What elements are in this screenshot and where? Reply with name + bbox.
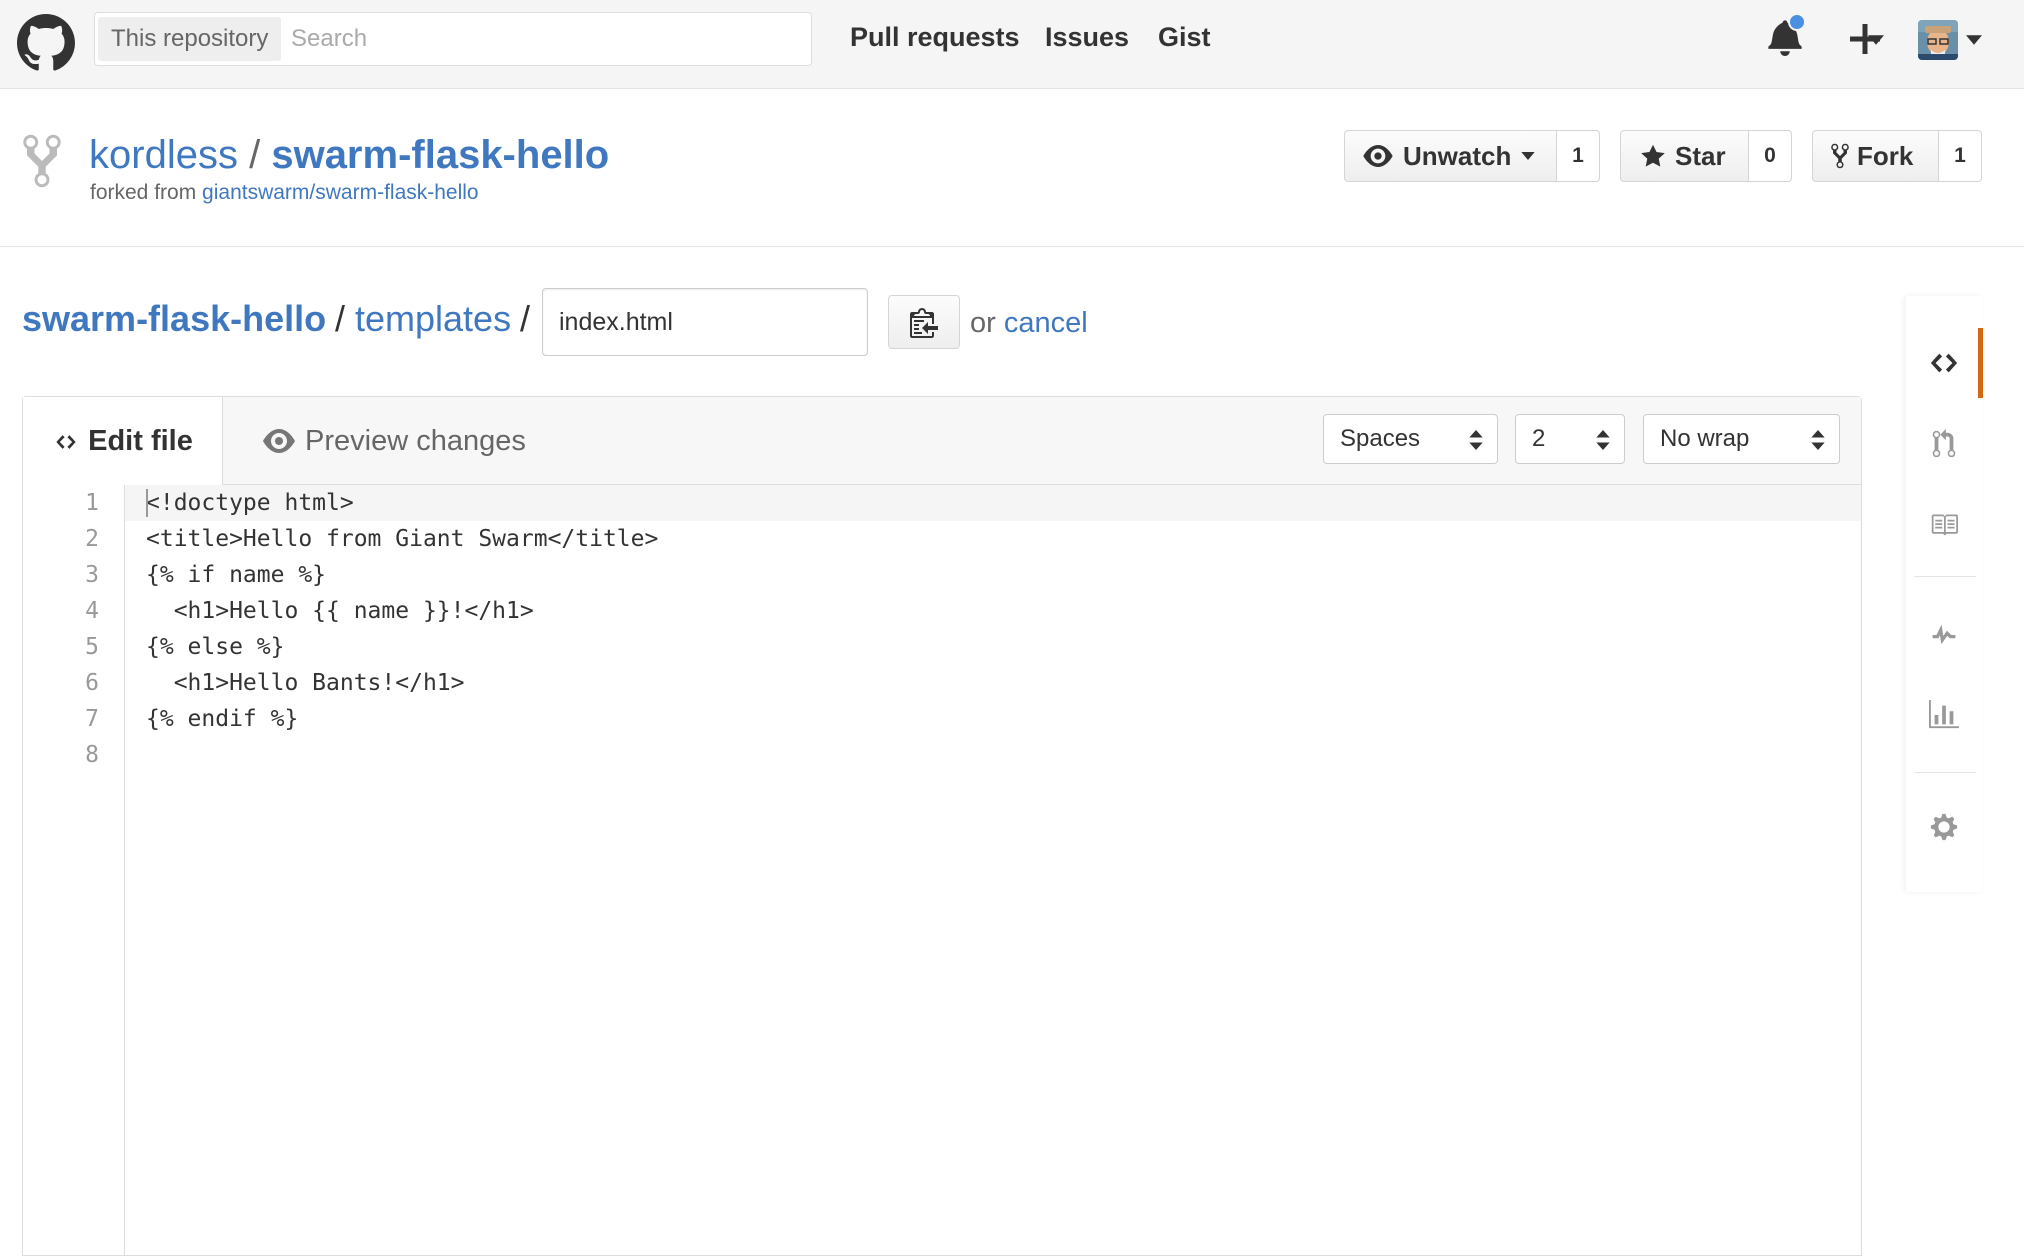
sidebar-item-settings[interactable]	[1906, 794, 1982, 860]
line-number: 2	[85, 526, 99, 552]
repo-title-separator: /	[249, 133, 261, 177]
forked-from-link[interactable]: giantswarm/swarm-flask-hello	[202, 181, 479, 204]
caret-down-icon[interactable]	[1966, 35, 1982, 45]
star-button[interactable]: Star	[1620, 130, 1749, 182]
unwatch-button[interactable]: Unwatch	[1344, 130, 1557, 182]
sidebar-divider	[1914, 772, 1976, 773]
watchers-count[interactable]: 1	[1557, 130, 1600, 182]
breadcrumb-repo-link[interactable]: swarm-flask-hello	[22, 296, 326, 342]
sidebar-item-code[interactable]	[1906, 330, 1982, 396]
sidebar-item-pulse[interactable]	[1906, 602, 1982, 668]
tab-edit-file-label: Edit file	[88, 425, 193, 457]
sidebar-item-pull-requests[interactable]	[1906, 411, 1982, 477]
tab-preview-changes[interactable]: Preview changes	[263, 397, 526, 485]
line-number: 3	[85, 562, 99, 588]
search-scope-label[interactable]: This repository	[98, 17, 282, 61]
wrap-mode-value: No wrap	[1660, 425, 1750, 452]
book-icon	[1931, 514, 1958, 536]
fork-label: Fork	[1857, 140, 1914, 171]
star-button-group: Star 0	[1620, 130, 1792, 182]
watch-button-group: Unwatch 1	[1344, 130, 1600, 182]
search-input[interactable]	[291, 17, 791, 61]
indent-size-value: 2	[1532, 425, 1546, 452]
clippy-icon	[910, 308, 938, 338]
line-number: 7	[85, 706, 99, 732]
wrap-mode-select[interactable]: No wrap	[1643, 414, 1840, 464]
repo-owner-link[interactable]: kordless	[89, 133, 238, 177]
tab-preview-changes-label: Preview changes	[305, 424, 526, 457]
clipboard-button[interactable]	[888, 295, 960, 349]
sidebar-item-graphs[interactable]	[1906, 682, 1982, 748]
gear-icon	[1930, 813, 1958, 841]
repo-forked-icon	[1831, 143, 1849, 169]
github-logo-icon[interactable]	[17, 14, 75, 72]
indent-mode-value: Spaces	[1340, 425, 1421, 452]
graph-icon	[1929, 700, 1959, 729]
forks-count[interactable]: 1	[1939, 130, 1982, 182]
stargazers-count[interactable]: 0	[1749, 130, 1792, 182]
forked-from-label: forked from	[90, 181, 197, 204]
star-label: Star	[1675, 140, 1726, 171]
indent-size-select[interactable]: 2	[1515, 414, 1625, 464]
notification-indicator	[1788, 13, 1806, 31]
line-number: 1	[85, 490, 99, 516]
code-icon	[56, 434, 76, 449]
repo-forked-icon	[23, 134, 61, 188]
sidebar-item-wiki[interactable]	[1906, 492, 1982, 558]
tab-edit-file[interactable]: Edit file	[23, 397, 223, 486]
code-icon	[1930, 353, 1958, 373]
pulse-icon	[1932, 624, 1956, 645]
repo-sidebar-nav	[1906, 296, 1983, 892]
nav-issues[interactable]: Issues	[1045, 22, 1129, 53]
nav-pull-requests[interactable]: Pull requests	[850, 22, 1020, 53]
repo-name-link[interactable]: swarm-flask-hello	[271, 133, 609, 177]
caret-down-icon	[1521, 152, 1536, 160]
pull-request-icon	[1932, 429, 1956, 458]
eye-icon	[1363, 145, 1393, 167]
code-line[interactable]: <title>Hello from Giant Swarm</title>	[146, 521, 658, 557]
search-box[interactable]: This repository	[94, 12, 812, 66]
line-number: 5	[85, 634, 99, 660]
code-line[interactable]: {% endif %}	[146, 701, 298, 737]
caret-down-icon[interactable]	[1868, 35, 1884, 45]
select-arrows-icon	[1811, 430, 1825, 450]
repo-header: kordless / swarm-flask-hello forked from…	[0, 89, 2024, 247]
breadcrumb-folder-link[interactable]: templates	[355, 296, 511, 342]
cancel-link[interactable]: cancel	[1004, 307, 1088, 339]
avatar[interactable]	[1918, 20, 1958, 60]
editor-toolbar: Edit file Preview changes Spaces 2 No wr…	[23, 397, 1861, 486]
eye-icon	[263, 429, 295, 453]
nav-gist[interactable]: Gist	[1158, 22, 1211, 53]
star-icon	[1641, 144, 1665, 167]
repo-title: kordless / swarm-flask-hello	[89, 131, 609, 179]
indent-mode-select[interactable]: Spaces	[1323, 414, 1498, 464]
or-cancel: or cancel	[970, 307, 1088, 340]
code-line[interactable]: <!doctype html>	[146, 485, 354, 521]
line-number: 4	[85, 598, 99, 624]
forked-from-note: forked from giantswarm/swarm-flask-hello	[90, 181, 479, 205]
fork-button-group: Fork 1	[1812, 130, 1982, 182]
unwatch-label: Unwatch	[1403, 140, 1512, 171]
text-cursor	[146, 489, 148, 517]
or-text: or	[970, 307, 996, 339]
code-line[interactable]: <h1>Hello Bants!</h1>	[146, 665, 465, 701]
fork-button[interactable]: Fork	[1812, 130, 1939, 182]
code-line[interactable]: <h1>Hello {{ name }}!</h1>	[146, 593, 534, 629]
select-arrows-icon	[1596, 430, 1610, 450]
file-editor: Edit file Preview changes Spaces 2 No wr…	[22, 396, 1862, 1256]
filename-input[interactable]	[542, 288, 868, 356]
site-header: This repository Pull requests Issues Gis…	[0, 0, 2024, 89]
sidebar-divider	[1914, 576, 1976, 577]
code-line[interactable]: {% if name %}	[146, 557, 326, 593]
breadcrumb-separator: /	[520, 298, 531, 339]
select-arrows-icon	[1469, 430, 1483, 450]
line-number: 8	[85, 742, 99, 768]
code-line[interactable]: {% else %}	[146, 629, 284, 665]
line-number: 6	[85, 670, 99, 696]
breadcrumb-separator: /	[335, 298, 346, 339]
